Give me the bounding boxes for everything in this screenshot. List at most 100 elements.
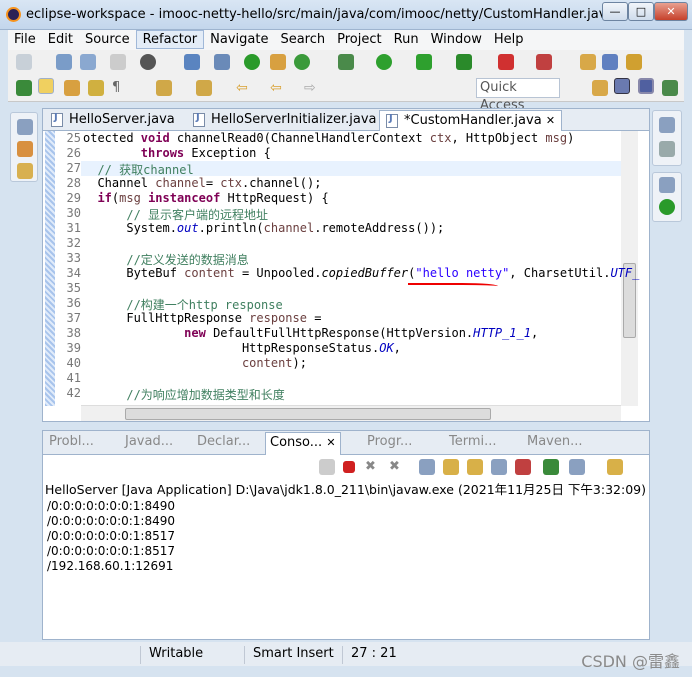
tab-problems[interactable]: Probl... [49,434,94,449]
horizontal-scrollbar[interactable] [81,405,621,421]
block-select-icon[interactable] [88,80,104,96]
tab-hello-server[interactable]: HelloServer.java [45,110,181,131]
debug-perspective-icon[interactable] [662,80,678,96]
stop-icon[interactable] [498,54,514,70]
java-ee-perspective-icon[interactable] [614,78,630,94]
status-writable: Writable [140,646,203,664]
menu-run[interactable]: Run [388,31,425,48]
package-explorer-icon[interactable] [17,141,33,157]
code-line[interactable]: HttpResponseStatus.OK, [83,341,401,355]
menu-project[interactable]: Project [331,31,387,48]
restore-icon[interactable] [659,177,675,193]
package-icon[interactable] [270,54,286,70]
code-line[interactable]: //为响应增加数据类型和长度 [83,386,284,403]
line-number: 40 [66,356,81,370]
run-external-icon[interactable] [416,54,432,70]
remove-all-icon[interactable]: ✖ [389,459,405,475]
terminate-icon[interactable] [343,461,355,473]
clear-icon[interactable] [319,459,335,475]
line-number: 34 [66,266,81,280]
wand-icon[interactable] [626,54,642,70]
tab-label: *CustomHandler.java [404,113,542,128]
outline-icon[interactable] [659,141,675,157]
tab-terminal[interactable]: Termi... [449,434,497,449]
menu-navigate[interactable]: Navigate [204,31,274,48]
highlight-icon[interactable] [38,78,54,94]
console-icon[interactable] [184,54,200,70]
open-type-icon[interactable] [602,54,618,70]
minimize-button[interactable]: — [602,2,628,21]
navigator-icon[interactable] [17,163,33,179]
line-number: 33 [66,251,81,265]
new-console-icon[interactable] [607,459,623,475]
java-perspective-icon[interactable] [638,78,654,94]
server-start-icon[interactable] [244,54,260,70]
scroll-lock-icon[interactable] [419,459,435,475]
open-folder-icon[interactable] [580,54,596,70]
remove-launch-icon[interactable]: ✖ [365,459,381,475]
tab-progress[interactable]: Progr... [367,434,412,449]
code-line[interactable]: content); [83,356,307,370]
mark-occurrences-icon[interactable] [64,80,80,96]
save-all-icon[interactable] [80,54,96,70]
pin-icon[interactable] [16,80,32,96]
new-icon[interactable] [16,54,32,70]
menu-edit[interactable]: Edit [42,31,79,48]
tab-console[interactable]: Conso... ✕ [265,432,341,455]
close-tab-icon[interactable]: ✕ [546,114,555,127]
console-header: HelloServer [Java Application] D:\Java\j… [45,482,646,497]
code-line[interactable]: Channel channel= ctx.channel(); [83,176,321,190]
save-icon[interactable] [56,54,72,70]
tab-maven[interactable]: Maven... [527,434,583,449]
code-line[interactable]: throws Exception { [83,146,271,160]
line-number: 31 [66,221,81,235]
restore-icon[interactable] [659,117,675,133]
maximize-button[interactable]: □ [628,2,654,21]
menu-search[interactable]: Search [274,31,331,48]
forward-icon[interactable]: ⇨ [304,80,320,96]
coverage-icon[interactable] [456,54,472,70]
red-annotation-underline [408,283,498,291]
code-line[interactable]: ByteBuf content = Unpooled.copiedBuffer(… [83,266,639,280]
restore-icon[interactable] [17,119,33,135]
tab-declaration[interactable]: Declar... [197,434,250,449]
menu-window[interactable]: Window [425,31,488,48]
whitespace-icon[interactable]: ¶ [112,80,128,96]
terminal-icon[interactable] [214,54,230,70]
code-line[interactable]: FullHttpResponse response = [83,311,321,325]
tab-javadoc[interactable]: Javad... [125,434,173,449]
code-line[interactable]: otected void channelRead0(ChannelHandler… [83,131,574,145]
quick-access-input[interactable]: Quick Access [476,78,560,113]
debug-icon[interactable] [338,54,354,70]
launch-icon[interactable] [536,54,552,70]
code-line[interactable]: new DefaultFullHttpResponse(HttpVersion.… [83,326,538,340]
scroll-thumb[interactable] [125,408,491,420]
back-history-icon[interactable]: ⇦ [270,80,286,96]
refresh-icon[interactable] [294,54,310,70]
next-annotation-icon[interactable] [156,80,172,96]
code-line[interactable]: System.out.println(channel.remoteAddress… [83,221,444,235]
tab-hello-server-initializer[interactable]: HelloServerInitializer.java [187,110,383,131]
open-console-icon[interactable] [543,459,559,475]
binary-icon[interactable] [110,54,126,70]
pin-console-icon[interactable] [491,459,507,475]
prev-annotation-icon[interactable] [196,80,212,96]
close-button[interactable]: ✕ [654,2,688,21]
word-wrap-icon[interactable] [467,459,483,475]
menu-file[interactable]: File [8,31,42,48]
show-stdout-icon[interactable] [443,459,459,475]
menu-help[interactable]: Help [488,31,530,48]
code-line[interactable]: if(msg instanceof HttpRequest) { [83,191,328,205]
tab-custom-handler[interactable]: *CustomHandler.java ✕ [379,110,563,131]
menu-refactor[interactable]: Refactor [135,30,205,49]
open-perspective-icon[interactable] [592,80,608,96]
java-file-icon [193,112,205,127]
close-tab-icon[interactable]: ✕ [326,436,335,449]
servers-icon[interactable] [659,199,675,215]
menu-source[interactable]: Source [79,31,136,48]
show-stderr-icon[interactable] [515,459,531,475]
user-icon[interactable] [140,54,156,70]
back-icon[interactable]: ⇦ [236,80,252,96]
run-icon[interactable] [376,54,392,70]
display-console-icon[interactable] [569,459,585,475]
